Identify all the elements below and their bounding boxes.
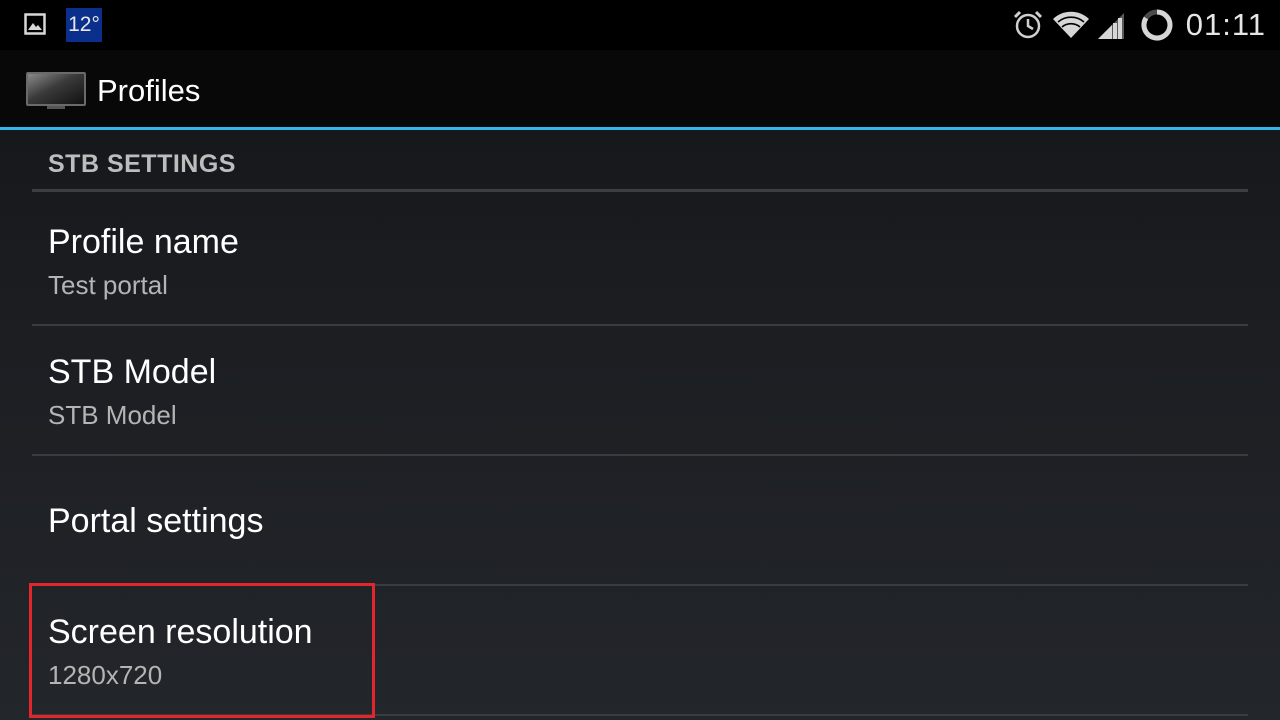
status-icons: 01:11 (1012, 0, 1266, 50)
weather-badge: 12° (66, 8, 102, 42)
pref-summary: STB Model (48, 400, 177, 430)
action-bar-accent-line (0, 127, 1280, 130)
pref-stb-model[interactable]: STB Model STB Model (32, 326, 1248, 454)
battery-icon (1141, 9, 1173, 41)
image-icon (24, 13, 46, 35)
pref-summary: Test portal (48, 270, 168, 300)
status-bar: 12° 01:11 (0, 0, 1280, 50)
alarm-icon (1013, 10, 1042, 39)
screen: 12° 01:11 Profiles STB SETTINGS Profile … (0, 0, 1280, 720)
action-bar-title: Profiles (97, 73, 201, 108)
wifi-icon (1052, 11, 1089, 38)
pref-profile-name[interactable]: Profile name Test portal (32, 192, 1248, 324)
clock-time: 01:11 (1185, 7, 1266, 42)
highlight-box (29, 583, 375, 718)
pref-title: Profile name (48, 223, 239, 261)
category-header: STB SETTINGS (48, 150, 236, 178)
pref-portal-settings[interactable]: Portal settings (32, 456, 1248, 584)
pref-title: Portal settings (48, 502, 264, 540)
tv-app-icon[interactable] (25, 71, 87, 111)
pref-title: STB Model (48, 353, 217, 391)
signal-icon (1097, 13, 1124, 39)
